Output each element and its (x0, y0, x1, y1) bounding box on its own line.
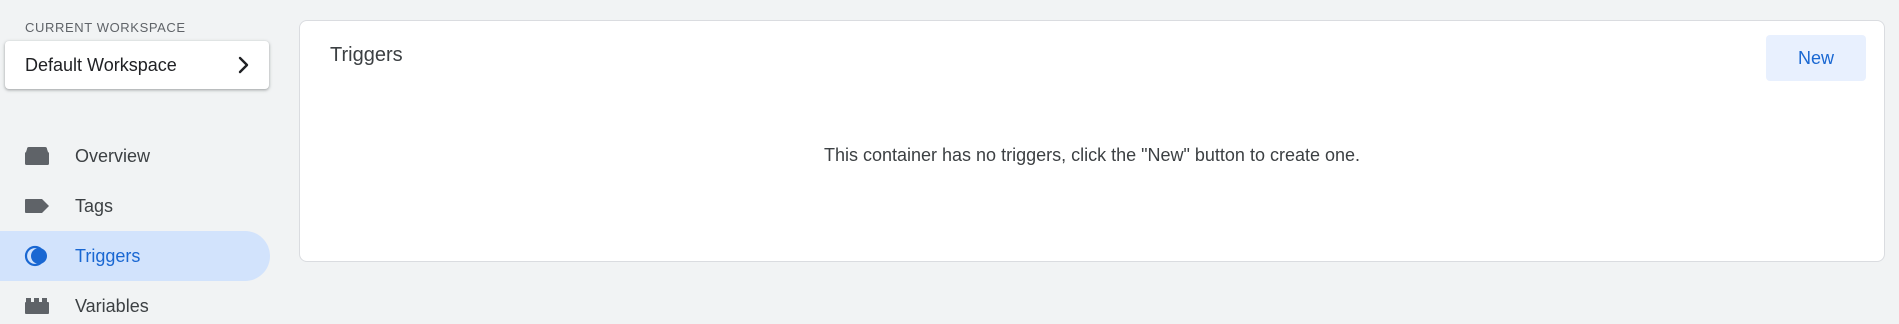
new-trigger-button[interactable]: New (1766, 35, 1866, 81)
sidebar-item-label: Overview (75, 145, 151, 166)
sidebar-nav: Overview Tags Triggers Variables (0, 131, 270, 324)
sidebar-item-triggers[interactable]: Triggers (0, 231, 270, 281)
trigger-icon (24, 243, 50, 269)
sidebar-item-label: Variables (75, 295, 149, 316)
workspace-name: Default Workspace (25, 54, 177, 75)
page-title: Triggers (330, 44, 403, 66)
tag-icon (24, 193, 50, 219)
chevron-right-icon (237, 56, 251, 74)
sidebar-item-variables[interactable]: Variables (0, 281, 270, 324)
empty-state-message: This container has no triggers, click th… (823, 145, 1361, 165)
workspace-selector[interactable]: Default Workspace (5, 41, 269, 89)
sidebar-item-label: Tags (75, 195, 114, 216)
sidebar-item-overview[interactable]: Overview (0, 131, 270, 181)
triggers-card: Triggers New This container has no trigg… (299, 20, 1885, 262)
app-root: CURRENT WORKSPACE Default Workspace Over… (0, 0, 1899, 324)
variables-icon (24, 293, 50, 319)
workspace-label: CURRENT WORKSPACE (25, 20, 186, 35)
sidebar-item-tags[interactable]: Tags (0, 181, 270, 231)
sidebar-item-label: Triggers (75, 245, 141, 266)
overview-icon (24, 143, 50, 169)
sidebar: CURRENT WORKSPACE Default Workspace Over… (0, 0, 285, 324)
